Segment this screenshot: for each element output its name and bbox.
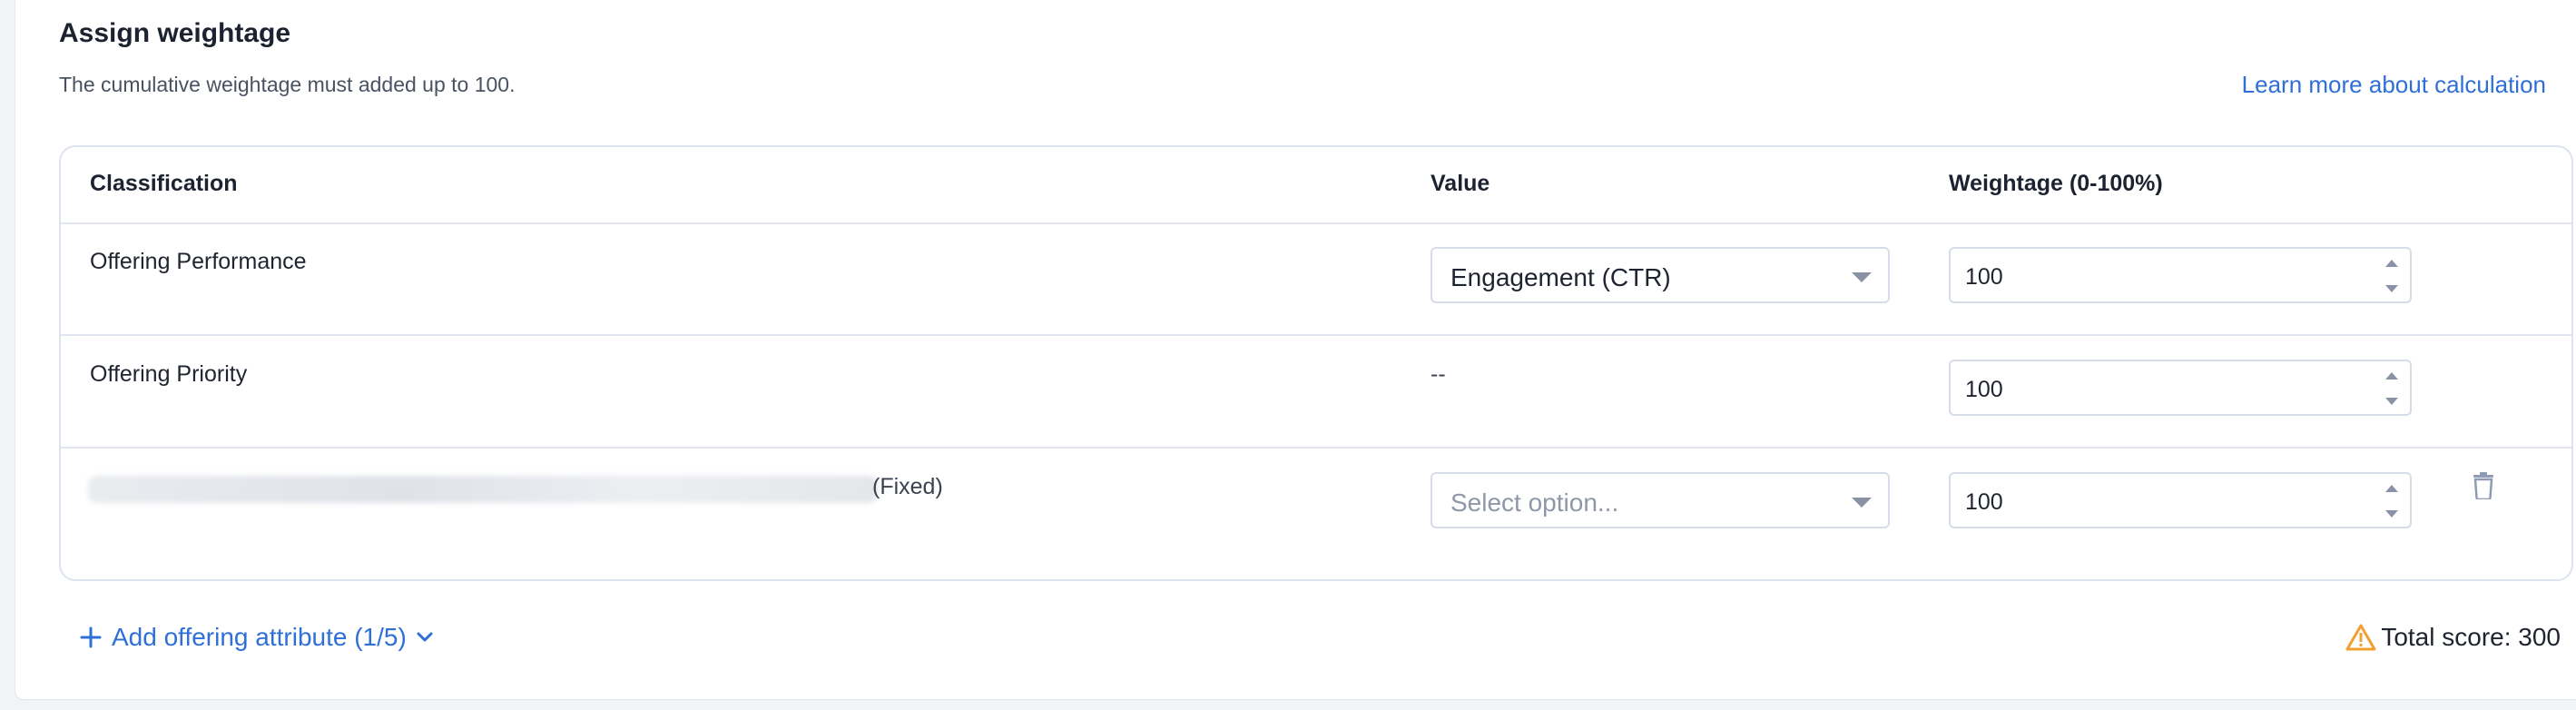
trash-icon[interactable] bbox=[2472, 472, 2495, 499]
row-3-classification-redacted bbox=[88, 476, 878, 503]
warning-icon bbox=[2345, 624, 2376, 651]
row-3-classification-suffix: (Fixed) bbox=[872, 474, 943, 499]
dropdown-caret-icon bbox=[1852, 272, 1872, 282]
assign-weightage-card: Assign weightage The cumulative weightag… bbox=[15, 0, 2576, 700]
row-divider bbox=[61, 334, 2571, 336]
row-3-value-select[interactable]: Select option... bbox=[1431, 472, 1890, 528]
header-classification: Classification bbox=[90, 171, 238, 196]
total-score-text: Total score: 300 bbox=[2381, 623, 2561, 651]
spinner-arrows-icon[interactable] bbox=[2384, 372, 2398, 405]
row-1-value-select[interactable]: Engagement (CTR) bbox=[1431, 247, 1890, 303]
row-1-weightage-value: 100 bbox=[1965, 264, 2003, 290]
row-1-weightage-input[interactable]: 100 bbox=[1949, 247, 2412, 303]
spinner-arrows-icon[interactable] bbox=[2384, 260, 2398, 292]
row-2-classification: Offering Priority bbox=[90, 361, 248, 387]
plus-icon bbox=[80, 626, 102, 648]
row-3-weightage-input[interactable]: 100 bbox=[1949, 472, 2412, 528]
header-value: Value bbox=[1431, 171, 1490, 196]
learn-more-link[interactable]: Learn more about calculation bbox=[2242, 71, 2546, 99]
header-weightage: Weightage (0-100%) bbox=[1949, 171, 2163, 196]
section-subtitle: The cumulative weightage must added up t… bbox=[59, 73, 516, 96]
row-3-weightage-value: 100 bbox=[1965, 489, 2003, 515]
row-1-classification: Offering Performance bbox=[90, 249, 307, 274]
row-3-value-placeholder: Select option... bbox=[1450, 488, 1619, 517]
row-2-weightage-value: 100 bbox=[1965, 377, 2003, 402]
row-2-value: -- bbox=[1431, 361, 1446, 387]
row-1-value-text: Engagement (CTR) bbox=[1450, 263, 1671, 291]
dropdown-caret-icon bbox=[1852, 498, 1872, 508]
section-title: Assign weightage bbox=[59, 18, 291, 48]
row-divider bbox=[61, 447, 2571, 449]
weightage-table: Classification Value Weightage (0-100%) … bbox=[59, 145, 2573, 581]
spinner-arrows-icon[interactable] bbox=[2384, 485, 2398, 518]
chevron-down-icon bbox=[417, 632, 433, 642]
add-offering-attribute-label: Add offering attribute (1/5) bbox=[112, 623, 407, 651]
total-score: Total score: 300 bbox=[2345, 623, 2561, 652]
row-2-weightage-input[interactable]: 100 bbox=[1949, 360, 2412, 416]
add-offering-attribute-button[interactable]: Add offering attribute (1/5) bbox=[79, 623, 434, 652]
header-divider bbox=[61, 222, 2571, 224]
